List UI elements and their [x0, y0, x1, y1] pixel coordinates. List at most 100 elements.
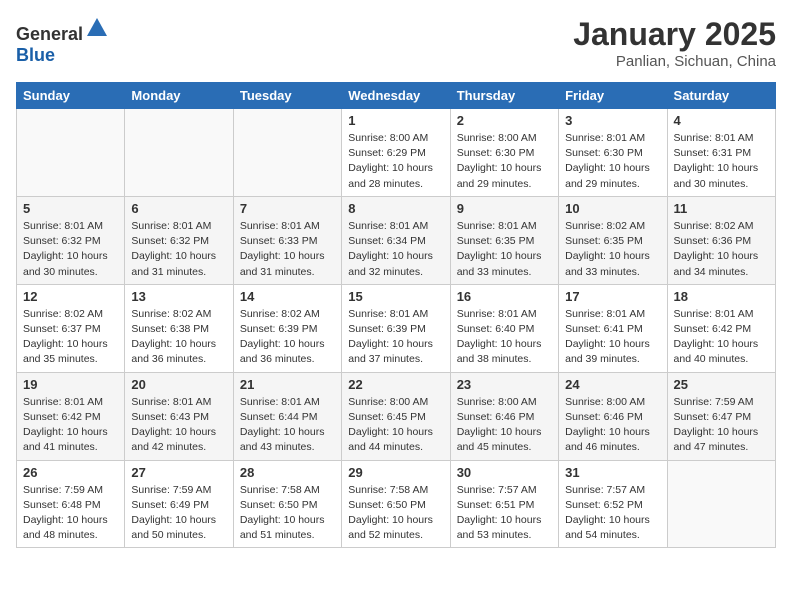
- week-row-4: 19 Sunrise: 8:01 AM Sunset: 6:42 PM Dayli…: [17, 372, 776, 460]
- day-header-sunday: Sunday: [17, 83, 125, 109]
- calendar-cell: 21 Sunrise: 8:01 AM Sunset: 6:44 PM Dayli…: [233, 372, 341, 460]
- calendar-cell: 8 Sunrise: 8:01 AM Sunset: 6:34 PM Daylig…: [342, 196, 450, 284]
- week-row-2: 5 Sunrise: 8:01 AM Sunset: 6:32 PM Daylig…: [17, 196, 776, 284]
- calendar-cell: 10 Sunrise: 8:02 AM Sunset: 6:35 PM Dayli…: [559, 196, 667, 284]
- day-header-monday: Monday: [125, 83, 233, 109]
- day-number: 30: [457, 465, 552, 480]
- week-row-3: 12Sunrise: 8:02 AM Sunset: 6:37 PM Dayli…: [17, 284, 776, 372]
- day-info: Sunrise: 8:01 AM Sunset: 6:42 PM Dayligh…: [23, 395, 118, 456]
- day-number: 4: [674, 113, 769, 128]
- day-info: Sunrise: 7:59 AM Sunset: 6:49 PM Dayligh…: [131, 483, 226, 544]
- calendar-cell: 28 Sunrise: 7:58 AM Sunset: 6:50 PM Dayli…: [233, 460, 341, 548]
- calendar-cell: 1 Sunrise: 8:00 AM Sunset: 6:29 PM Daylig…: [342, 109, 450, 197]
- calendar-cell: 19 Sunrise: 8:01 AM Sunset: 6:42 PM Dayli…: [17, 372, 125, 460]
- page-header: General Blue January 2025 Panlian, Sichu…: [16, 16, 776, 70]
- day-number: 26: [23, 465, 118, 480]
- day-number: 5: [23, 201, 118, 216]
- calendar-cell: 13Sunrise: 8:02 AM Sunset: 6:38 PM Dayli…: [125, 284, 233, 372]
- day-info: Sunrise: 8:01 AM Sunset: 6:44 PM Dayligh…: [240, 395, 335, 456]
- month-title: January 2025: [573, 16, 776, 53]
- day-info: Sunrise: 8:00 AM Sunset: 6:46 PM Dayligh…: [565, 395, 660, 456]
- day-info: Sunrise: 8:01 AM Sunset: 6:42 PM Dayligh…: [674, 307, 769, 368]
- day-number: 18: [674, 289, 769, 304]
- day-info: Sunrise: 8:01 AM Sunset: 6:32 PM Dayligh…: [131, 219, 226, 280]
- day-info: Sunrise: 7:58 AM Sunset: 6:50 PM Dayligh…: [240, 483, 335, 544]
- calendar-cell: 15 Sunrise: 8:01 AM Sunset: 6:39 PM Dayli…: [342, 284, 450, 372]
- day-number: 31: [565, 465, 660, 480]
- day-info: Sunrise: 8:01 AM Sunset: 6:32 PM Dayligh…: [23, 219, 118, 280]
- day-info: Sunrise: 7:58 AM Sunset: 6:50 PM Dayligh…: [348, 483, 443, 544]
- day-info: Sunrise: 8:01 AM Sunset: 6:30 PM Dayligh…: [565, 131, 660, 192]
- logo-general: General: [16, 24, 83, 44]
- day-number: 28: [240, 465, 335, 480]
- week-row-1: 1 Sunrise: 8:00 AM Sunset: 6:29 PM Daylig…: [17, 109, 776, 197]
- day-info: Sunrise: 8:01 AM Sunset: 6:39 PM Dayligh…: [348, 307, 443, 368]
- calendar-cell: 24 Sunrise: 8:00 AM Sunset: 6:46 PM Dayli…: [559, 372, 667, 460]
- day-number: 1: [348, 113, 443, 128]
- calendar-cell: 9 Sunrise: 8:01 AM Sunset: 6:35 PM Daylig…: [450, 196, 558, 284]
- calendar-cell: 11 Sunrise: 8:02 AM Sunset: 6:36 PM Dayli…: [667, 196, 775, 284]
- location: Panlian, Sichuan, China: [573, 53, 776, 70]
- day-info: Sunrise: 8:01 AM Sunset: 6:41 PM Dayligh…: [565, 307, 660, 368]
- day-header-thursday: Thursday: [450, 83, 558, 109]
- header-row: SundayMondayTuesdayWednesdayThursdayFrid…: [17, 83, 776, 109]
- day-number: 2: [457, 113, 552, 128]
- week-row-5: 26 Sunrise: 7:59 AM Sunset: 6:48 PM Dayli…: [17, 460, 776, 548]
- day-number: 9: [457, 201, 552, 216]
- calendar-cell: 5 Sunrise: 8:01 AM Sunset: 6:32 PM Daylig…: [17, 196, 125, 284]
- day-info: Sunrise: 7:59 AM Sunset: 6:48 PM Dayligh…: [23, 483, 118, 544]
- calendar-cell: 27 Sunrise: 7:59 AM Sunset: 6:49 PM Dayli…: [125, 460, 233, 548]
- calendar-cell: 3Sunrise: 8:01 AM Sunset: 6:30 PM Daylig…: [559, 109, 667, 197]
- day-info: Sunrise: 8:01 AM Sunset: 6:40 PM Dayligh…: [457, 307, 552, 368]
- day-number: 19: [23, 377, 118, 392]
- day-info: Sunrise: 8:02 AM Sunset: 6:37 PM Dayligh…: [23, 307, 118, 368]
- day-info: Sunrise: 8:02 AM Sunset: 6:35 PM Dayligh…: [565, 219, 660, 280]
- day-info: Sunrise: 8:02 AM Sunset: 6:36 PM Dayligh…: [674, 219, 769, 280]
- day-number: 7: [240, 201, 335, 216]
- day-info: Sunrise: 8:01 AM Sunset: 6:35 PM Dayligh…: [457, 219, 552, 280]
- calendar-cell: 12Sunrise: 8:02 AM Sunset: 6:37 PM Dayli…: [17, 284, 125, 372]
- calendar-cell: 6Sunrise: 8:01 AM Sunset: 6:32 PM Daylig…: [125, 196, 233, 284]
- calendar-cell: 7 Sunrise: 8:01 AM Sunset: 6:33 PM Daylig…: [233, 196, 341, 284]
- day-number: 10: [565, 201, 660, 216]
- day-number: 24: [565, 377, 660, 392]
- calendar-cell: 17 Sunrise: 8:01 AM Sunset: 6:41 PM Dayli…: [559, 284, 667, 372]
- day-number: 27: [131, 465, 226, 480]
- day-number: 21: [240, 377, 335, 392]
- day-info: Sunrise: 8:02 AM Sunset: 6:39 PM Dayligh…: [240, 307, 335, 368]
- calendar-cell: 23Sunrise: 8:00 AM Sunset: 6:46 PM Dayli…: [450, 372, 558, 460]
- day-number: 29: [348, 465, 443, 480]
- day-number: 23: [457, 377, 552, 392]
- day-number: 20: [131, 377, 226, 392]
- logo-blue: Blue: [16, 45, 55, 65]
- day-info: Sunrise: 8:00 AM Sunset: 6:29 PM Dayligh…: [348, 131, 443, 192]
- logo-icon: [85, 16, 109, 40]
- day-number: 15: [348, 289, 443, 304]
- day-number: 13: [131, 289, 226, 304]
- calendar-cell: 4 Sunrise: 8:01 AM Sunset: 6:31 PM Daylig…: [667, 109, 775, 197]
- day-number: 25: [674, 377, 769, 392]
- day-number: 11: [674, 201, 769, 216]
- day-number: 8: [348, 201, 443, 216]
- day-number: 14: [240, 289, 335, 304]
- calendar-cell: 22 Sunrise: 8:00 AM Sunset: 6:45 PM Dayli…: [342, 372, 450, 460]
- day-number: 22: [348, 377, 443, 392]
- calendar-cell: 26 Sunrise: 7:59 AM Sunset: 6:48 PM Dayli…: [17, 460, 125, 548]
- day-info: Sunrise: 8:00 AM Sunset: 6:45 PM Dayligh…: [348, 395, 443, 456]
- day-header-saturday: Saturday: [667, 83, 775, 109]
- day-number: 16: [457, 289, 552, 304]
- day-number: 17: [565, 289, 660, 304]
- calendar-cell: 31 Sunrise: 7:57 AM Sunset: 6:52 PM Dayli…: [559, 460, 667, 548]
- calendar-cell: 16 Sunrise: 8:01 AM Sunset: 6:40 PM Dayli…: [450, 284, 558, 372]
- day-info: Sunrise: 8:01 AM Sunset: 6:33 PM Dayligh…: [240, 219, 335, 280]
- calendar-cell: 30Sunrise: 7:57 AM Sunset: 6:51 PM Dayli…: [450, 460, 558, 548]
- day-info: Sunrise: 7:57 AM Sunset: 6:52 PM Dayligh…: [565, 483, 660, 544]
- logo: General Blue: [16, 16, 109, 66]
- calendar-cell: [233, 109, 341, 197]
- calendar-table: SundayMondayTuesdayWednesdayThursdayFrid…: [16, 82, 776, 548]
- calendar-cell: 29 Sunrise: 7:58 AM Sunset: 6:50 PM Dayli…: [342, 460, 450, 548]
- calendar-cell: [667, 460, 775, 548]
- day-info: Sunrise: 8:01 AM Sunset: 6:31 PM Dayligh…: [674, 131, 769, 192]
- day-info: Sunrise: 8:01 AM Sunset: 6:34 PM Dayligh…: [348, 219, 443, 280]
- day-header-friday: Friday: [559, 83, 667, 109]
